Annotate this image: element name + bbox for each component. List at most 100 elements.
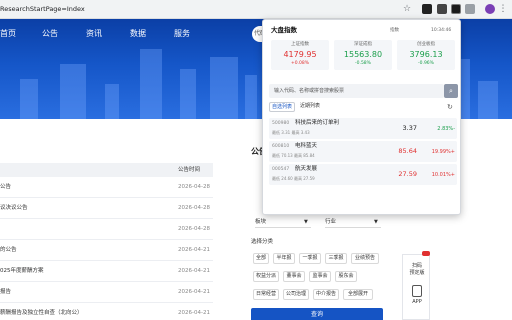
browser-menu-icon[interactable]: ⋮ [497, 3, 509, 15]
stock-change-value: +19.99% [431, 149, 455, 155]
table-row[interactable]: 2026-04-28 [0, 219, 213, 240]
row-title[interactable]: 的公告 [0, 240, 17, 261]
refresh-icon[interactable]: ↻ [447, 102, 453, 112]
nav-home[interactable]: 首页 [0, 28, 16, 40]
tab-recent[interactable]: 近期列表 [297, 102, 323, 112]
row-title[interactable]: 议决议公告 [0, 198, 28, 219]
stock-price-value: 85.64 [398, 147, 417, 155]
stock-price-value: 3.37 [402, 124, 417, 132]
category-chip[interactable]: 一季报 [299, 253, 321, 264]
side-preview-label: 预定版 [409, 270, 425, 276]
industry-select-label: 行业 [325, 219, 337, 225]
profile-avatar-icon[interactable] [485, 4, 495, 14]
sector-select[interactable]: 板块 [255, 216, 311, 228]
category-chip[interactable]: 权益分派 [253, 271, 279, 282]
market-index-popup: 大盘指数 指数 10:34:46 上证指数 4179.95 +0.08% 深证成… [262, 19, 461, 215]
row-title[interactable]: 薪酬报告及独立性自查（北向公） [0, 303, 83, 320]
nav-services[interactable]: 服务 [174, 28, 190, 40]
extension-icon-2[interactable] [437, 4, 447, 14]
stock-range: 最低 3.31 最高 3.43 [272, 130, 310, 135]
stock-code: 600810 [272, 144, 290, 149]
list-header: 公告时间 [0, 163, 213, 177]
category-chip[interactable]: 中介报告 [313, 289, 339, 300]
category-chip[interactable]: 董事会 [283, 271, 305, 282]
extension-icon-1[interactable] [422, 4, 432, 14]
stock-name: 航天发展 [295, 166, 318, 172]
address-bar[interactable]: ResearchStartPage=Index [0, 3, 85, 15]
category-section-label: 选择分类 [251, 239, 274, 245]
index-card-szse[interactable]: 深证成指 15563.80 -0.58% [334, 40, 392, 70]
stock-change-value: +10.01% [431, 172, 455, 178]
row-date: 2026-04-21 [178, 268, 210, 274]
extension-icon-active[interactable] [451, 4, 461, 14]
stock-name: 电科蓝天 [295, 143, 318, 149]
sector-select-label: 板块 [255, 219, 267, 225]
nav-announcements[interactable]: 公告 [42, 28, 58, 40]
side-scan-label: 扫码 [411, 263, 422, 269]
popup-index-label: 指数 [390, 28, 399, 33]
table-row[interactable]: 的公告 2026-04-21 [0, 240, 213, 261]
category-chip[interactable]: 三季报 [325, 253, 347, 264]
query-button[interactable]: 查询 [251, 308, 383, 320]
chevron-down-icon: ▼ [304, 219, 308, 225]
bookmark-star-icon[interactable]: ☆ [401, 3, 413, 15]
stock-search-input[interactable]: 输入代码、名称或拼音搜索股票 [269, 84, 444, 98]
table-row[interactable]: 薪酬报告及独立性自查（北向公） 2026-04-21 [0, 303, 213, 320]
category-chip[interactable]: 日常经营 [253, 289, 279, 300]
index-value: 4179.95 [283, 50, 317, 59]
stock-code: 000547 [272, 167, 290, 172]
side-app-label: APP [412, 299, 422, 305]
index-card-chinext[interactable]: 创业板指 3796.13 -0.96% [397, 40, 455, 70]
stock-code: 500980 [272, 121, 290, 126]
phone-icon [412, 285, 422, 297]
row-title[interactable]: 报告 [0, 282, 11, 303]
category-chip[interactable]: 业绩预告 [351, 253, 379, 264]
chevron-down-icon: ▼ [374, 219, 378, 225]
index-name: 创业板指 [417, 42, 435, 47]
category-chip[interactable]: 监事会 [309, 271, 331, 282]
extensions-puzzle-icon[interactable] [465, 4, 475, 14]
index-card-sse[interactable]: 上证指数 4179.95 +0.08% [271, 40, 329, 70]
city-building [180, 69, 196, 119]
stock-row[interactable]: 000547 航天发展 最低 24.60 最高 27.59 27.59 +10.… [269, 164, 457, 185]
index-change: -0.58% [355, 61, 371, 66]
stock-range: 最低 24.60 最高 27.59 [272, 176, 315, 181]
stock-row[interactable]: 500980 科技后来的订单利 最低 3.31 最高 3.43 3.37 -2.… [269, 118, 457, 139]
index-name: 深证成指 [354, 42, 372, 47]
stock-price-value: 27.59 [398, 170, 417, 178]
table-row[interactable]: 议决议公告 2026-04-28 [0, 198, 213, 219]
nav-data[interactable]: 数据 [130, 28, 146, 40]
browser-toolbar: ResearchStartPage=Index ☆ ⋮ [0, 0, 512, 19]
index-change: -0.96% [418, 61, 434, 66]
table-row [0, 177, 213, 198]
category-chip[interactable]: 股东会 [335, 271, 357, 282]
city-building [105, 84, 119, 119]
new-badge [422, 251, 430, 256]
nav-news[interactable]: 资讯 [86, 28, 102, 40]
city-building [20, 79, 38, 119]
category-chip[interactable]: 公司治理 [283, 289, 309, 300]
tab-watchlist[interactable]: 自选列表 [269, 102, 295, 112]
popup-update-time: 10:34:46 [431, 28, 452, 33]
industry-select[interactable]: 行业 [325, 216, 381, 228]
city-building [140, 49, 162, 119]
city-building [60, 64, 86, 119]
expand-all-chip[interactable]: 全部展开 [343, 289, 373, 300]
popup-title: 大盘指数 [271, 26, 297, 34]
table-row[interactable]: 报告 2026-04-21 [0, 282, 213, 303]
index-name: 上证指数 [291, 42, 309, 47]
row-date: 2026-04-21 [178, 247, 210, 253]
row-title[interactable]: 025年度薪酬方案 [0, 261, 44, 282]
table-row[interactable]: 025年度薪酬方案 2026-04-21 [0, 261, 213, 282]
stock-change-value: -2.83% [437, 126, 455, 132]
side-float-widget[interactable]: 扫码 预定版 APP [402, 251, 430, 320]
category-chip[interactable]: 全部 [253, 253, 269, 264]
index-value: 15563.80 [343, 50, 383, 59]
category-chip[interactable]: 半年报 [273, 253, 295, 264]
city-building [245, 75, 257, 119]
stock-row[interactable]: 600810 电科蓝天 最低 70.13 最高 85.84 85.64 +19.… [269, 141, 457, 162]
city-building [478, 81, 498, 119]
row-date: 2026-04-21 [178, 289, 210, 295]
stock-name: 科技后来的订单利 [295, 120, 340, 126]
search-icon[interactable]: ⌕ [444, 84, 458, 98]
